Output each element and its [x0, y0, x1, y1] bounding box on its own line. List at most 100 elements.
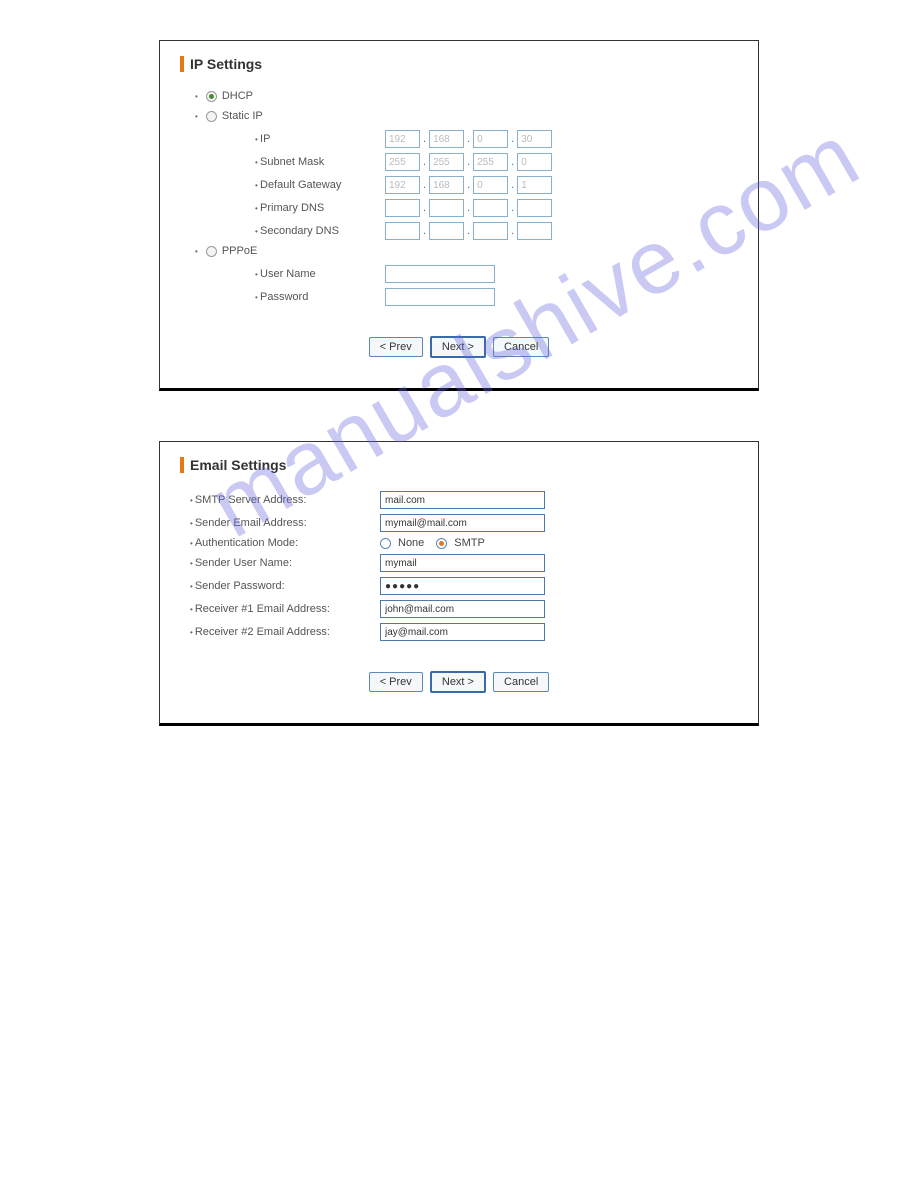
- pdns-octet-3[interactable]: [473, 199, 508, 217]
- cancel-button[interactable]: Cancel: [493, 672, 549, 692]
- prev-button[interactable]: < Prev: [369, 337, 423, 357]
- sender-email-label: Sender Email Address:: [190, 517, 380, 529]
- sdns-octet-4[interactable]: [517, 222, 552, 240]
- smtp-server-label: SMTP Server Address:: [190, 494, 380, 506]
- ip-field-row: IP . . .: [255, 130, 738, 148]
- sdns-octet-3[interactable]: [473, 222, 508, 240]
- sender-password-label: Sender Password:: [190, 580, 380, 592]
- smtp-server-input[interactable]: [380, 491, 545, 509]
- ip-octet-3[interactable]: [473, 130, 508, 148]
- auth-mode-row: Authentication Mode: None SMTP: [190, 537, 738, 549]
- receiver1-label: Receiver #1 Email Address:: [190, 603, 380, 615]
- bullet-icon: •: [195, 92, 198, 101]
- ip-dot-icon: .: [423, 133, 426, 145]
- subnet-input-group: . . .: [385, 153, 552, 171]
- dhcp-label: DHCP: [222, 90, 253, 102]
- secondary-dns-label: Secondary DNS: [255, 225, 385, 237]
- email-settings-panel: Email Settings SMTP Server Address: Send…: [159, 441, 759, 726]
- sender-password-row: Sender Password:: [190, 577, 738, 595]
- primary-dns-input-group: . . .: [385, 199, 552, 217]
- secondary-dns-input-group: . . .: [385, 222, 552, 240]
- ip-dot-icon: .: [467, 179, 470, 191]
- ip-dot-icon: .: [423, 202, 426, 214]
- prev-button[interactable]: < Prev: [369, 672, 423, 692]
- password-field-row: Password: [255, 288, 738, 306]
- auth-radios-group: None SMTP: [380, 537, 493, 549]
- pdns-octet-2[interactable]: [429, 199, 464, 217]
- auth-none-radio[interactable]: [380, 538, 391, 549]
- primary-dns-label: Primary DNS: [255, 202, 385, 214]
- email-button-row: < Prev Next > Cancel: [180, 671, 738, 693]
- ip-octet-4[interactable]: [517, 130, 552, 148]
- static-ip-option-row[interactable]: • Static IP: [195, 110, 738, 122]
- ip-dot-icon: .: [511, 179, 514, 191]
- ip-label: IP: [255, 133, 385, 145]
- dhcp-radio[interactable]: [206, 91, 217, 102]
- sender-username-row: Sender User Name:: [190, 554, 738, 572]
- username-input[interactable]: [385, 265, 495, 283]
- email-settings-title: Email Settings: [180, 457, 738, 473]
- cancel-button[interactable]: Cancel: [493, 337, 549, 357]
- pppoe-label: PPPoE: [222, 245, 257, 257]
- ip-dot-icon: .: [511, 156, 514, 168]
- sender-password-input[interactable]: [380, 577, 545, 595]
- auth-smtp-label: SMTP: [454, 537, 485, 549]
- ip-dot-icon: .: [467, 202, 470, 214]
- subnet-octet-2[interactable]: [429, 153, 464, 171]
- pdns-octet-1[interactable]: [385, 199, 420, 217]
- sender-email-row: Sender Email Address:: [190, 514, 738, 532]
- auth-none-label: None: [398, 537, 424, 549]
- smtp-server-row: SMTP Server Address:: [190, 491, 738, 509]
- gateway-field-row: Default Gateway . . .: [255, 176, 738, 194]
- pppoe-option-row[interactable]: • PPPoE: [195, 245, 738, 257]
- subnet-octet-3[interactable]: [473, 153, 508, 171]
- gateway-input-group: . . .: [385, 176, 552, 194]
- gateway-octet-4[interactable]: [517, 176, 552, 194]
- gateway-octet-3[interactable]: [473, 176, 508, 194]
- ip-dot-icon: .: [511, 202, 514, 214]
- ip-dot-icon: .: [423, 225, 426, 237]
- gateway-octet-2[interactable]: [429, 176, 464, 194]
- pppoe-radio[interactable]: [206, 246, 217, 257]
- ip-input-group: . . .: [385, 130, 552, 148]
- dhcp-option-row[interactable]: • DHCP: [195, 90, 738, 102]
- ip-button-row: < Prev Next > Cancel: [180, 336, 738, 358]
- password-input[interactable]: [385, 288, 495, 306]
- password-label: Password: [255, 291, 385, 303]
- subnet-octet-4[interactable]: [517, 153, 552, 171]
- next-button[interactable]: Next >: [430, 671, 486, 693]
- subnet-field-row: Subnet Mask . . .: [255, 153, 738, 171]
- gateway-label: Default Gateway: [255, 179, 385, 191]
- gateway-octet-1[interactable]: [385, 176, 420, 194]
- ip-dot-icon: .: [467, 225, 470, 237]
- static-ip-radio[interactable]: [206, 111, 217, 122]
- static-ip-label: Static IP: [222, 110, 263, 122]
- ip-dot-icon: .: [467, 133, 470, 145]
- receiver2-label: Receiver #2 Email Address:: [190, 626, 380, 638]
- sender-email-input[interactable]: [380, 514, 545, 532]
- sdns-octet-2[interactable]: [429, 222, 464, 240]
- receiver1-input[interactable]: [380, 600, 545, 618]
- sdns-octet-1[interactable]: [385, 222, 420, 240]
- ip-dot-icon: .: [423, 156, 426, 168]
- ip-settings-title: IP Settings: [180, 56, 738, 72]
- subnet-octet-1[interactable]: [385, 153, 420, 171]
- bullet-icon: •: [195, 247, 198, 256]
- auth-smtp-radio[interactable]: [436, 538, 447, 549]
- subnet-label: Subnet Mask: [255, 156, 385, 168]
- primary-dns-field-row: Primary DNS . . .: [255, 199, 738, 217]
- bullet-icon: •: [195, 112, 198, 121]
- sender-username-input[interactable]: [380, 554, 545, 572]
- receiver2-row: Receiver #2 Email Address:: [190, 623, 738, 641]
- ip-dot-icon: .: [511, 225, 514, 237]
- pdns-octet-4[interactable]: [517, 199, 552, 217]
- receiver2-input[interactable]: [380, 623, 545, 641]
- ip-octet-1[interactable]: [385, 130, 420, 148]
- ip-dot-icon: .: [511, 133, 514, 145]
- ip-dot-icon: .: [467, 156, 470, 168]
- next-button[interactable]: Next >: [430, 336, 486, 358]
- ip-settings-panel: IP Settings • DHCP • Static IP IP . . . …: [159, 40, 759, 391]
- sender-username-label: Sender User Name:: [190, 557, 380, 569]
- auth-mode-label: Authentication Mode:: [190, 537, 380, 549]
- ip-octet-2[interactable]: [429, 130, 464, 148]
